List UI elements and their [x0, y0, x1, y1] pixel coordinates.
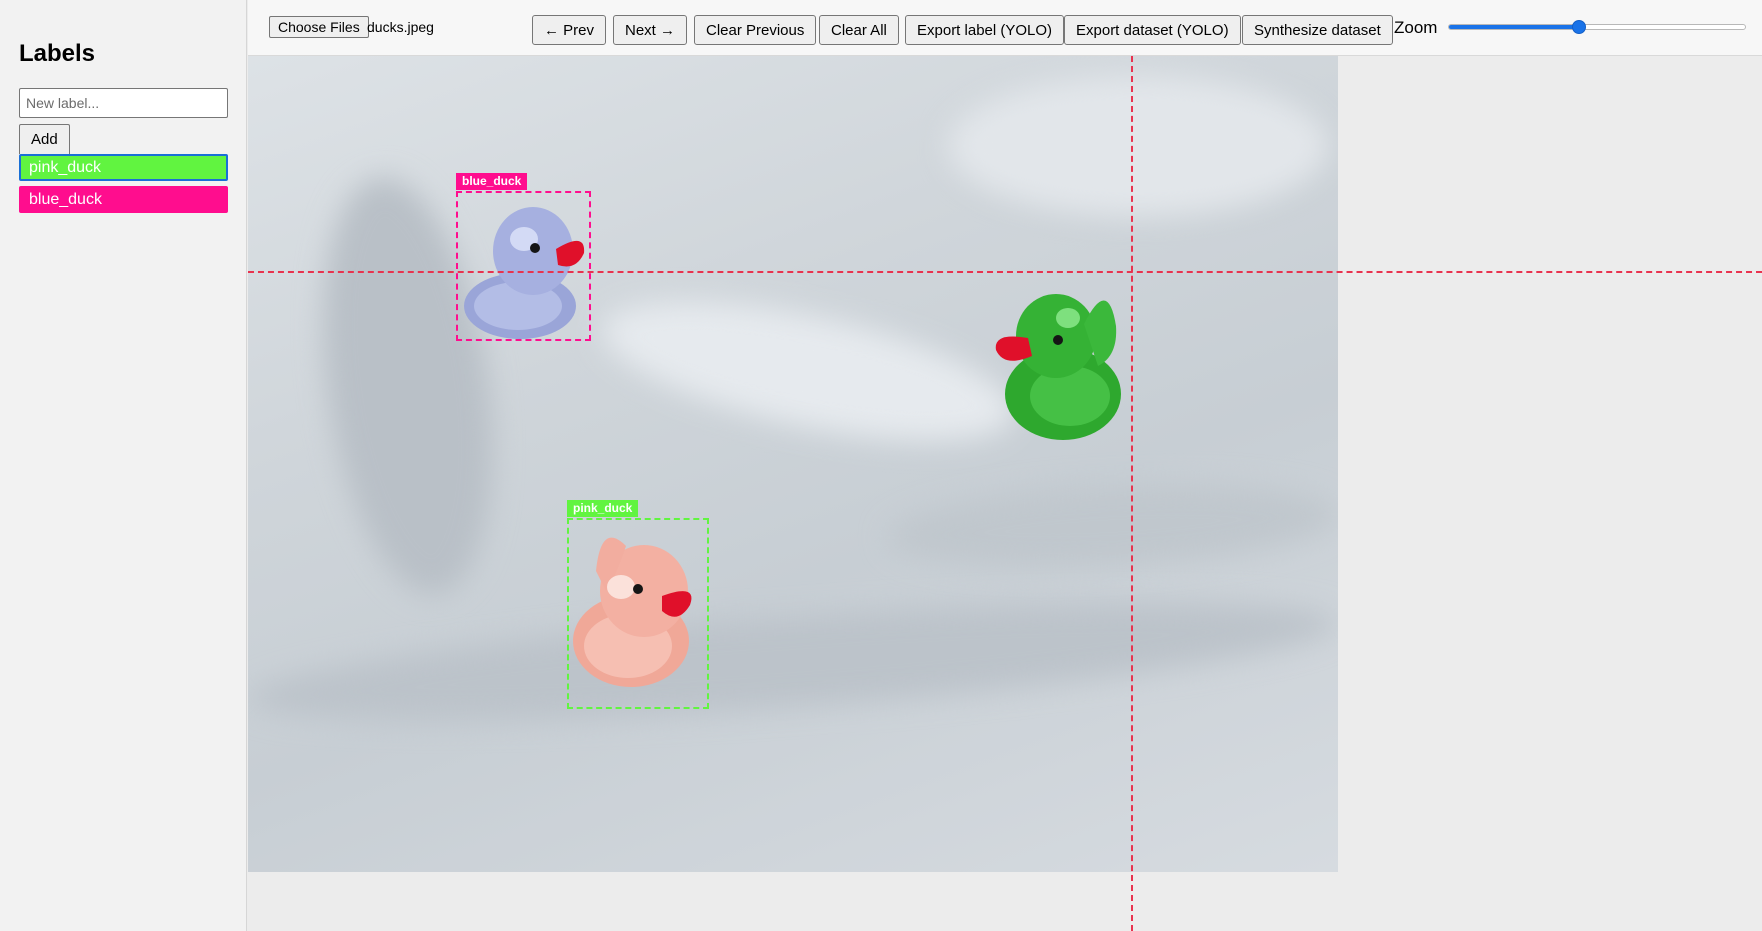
label-item-blue-duck[interactable]: blue_duck [19, 186, 228, 213]
export-label-button[interactable]: Export label (YOLO) [905, 15, 1065, 45]
synthesize-dataset-button[interactable]: Synthesize dataset [1242, 15, 1393, 45]
export-dataset-button[interactable]: Export dataset (YOLO) [1064, 15, 1241, 45]
label-list: pink_duck blue_duck [19, 154, 228, 213]
clear-all-button[interactable]: Clear All [819, 15, 899, 45]
cloth-fold [591, 273, 1025, 469]
file-name: ducks.jpeg [367, 19, 434, 35]
label-item-name: pink_duck [29, 159, 102, 176]
zoom-slider-fill [1449, 25, 1580, 29]
add-label-button[interactable]: Add [19, 124, 70, 154]
prev-button[interactable]: ← Prev [532, 15, 607, 45]
labels-sidebar: Labels Add pink_duck blue_duck [0, 0, 247, 931]
zoom-label: Zoom [1394, 18, 1438, 37]
label-item-name: blue_duck [29, 191, 102, 208]
new-label-input[interactable] [19, 88, 228, 118]
cloth-fold [886, 474, 1338, 578]
bbox-blue-duck[interactable]: blue_duck [456, 173, 591, 341]
bbox-pink-duck[interactable]: pink_duck [567, 500, 709, 709]
zoom-slider[interactable] [1448, 20, 1746, 34]
next-button[interactable]: Next → [613, 15, 688, 45]
crosshair-vertical [1131, 56, 1133, 931]
image-view[interactable]: blue_duck pink_duck [248, 56, 1338, 872]
crosshair-horizontal [248, 271, 1762, 273]
clear-previous-button[interactable]: Clear Previous [694, 15, 817, 45]
cloth-fold [948, 76, 1328, 216]
bbox-tag: blue_duck [456, 173, 528, 190]
toolbar: Choose Files ducks.jpeg ← Prev Next → Cl… [248, 0, 1762, 56]
cloth-fold [248, 578, 1338, 744]
bbox-tag: pink_duck [567, 500, 639, 517]
green-duck-object [995, 294, 1121, 440]
labels-heading: Labels [19, 40, 96, 67]
annotation-canvas[interactable]: blue_duck pink_duck [248, 56, 1762, 931]
label-item-pink-duck[interactable]: pink_duck [19, 154, 228, 181]
choose-files-button[interactable]: Choose Files [269, 16, 369, 38]
zoom-slider-thumb[interactable] [1572, 20, 1587, 34]
